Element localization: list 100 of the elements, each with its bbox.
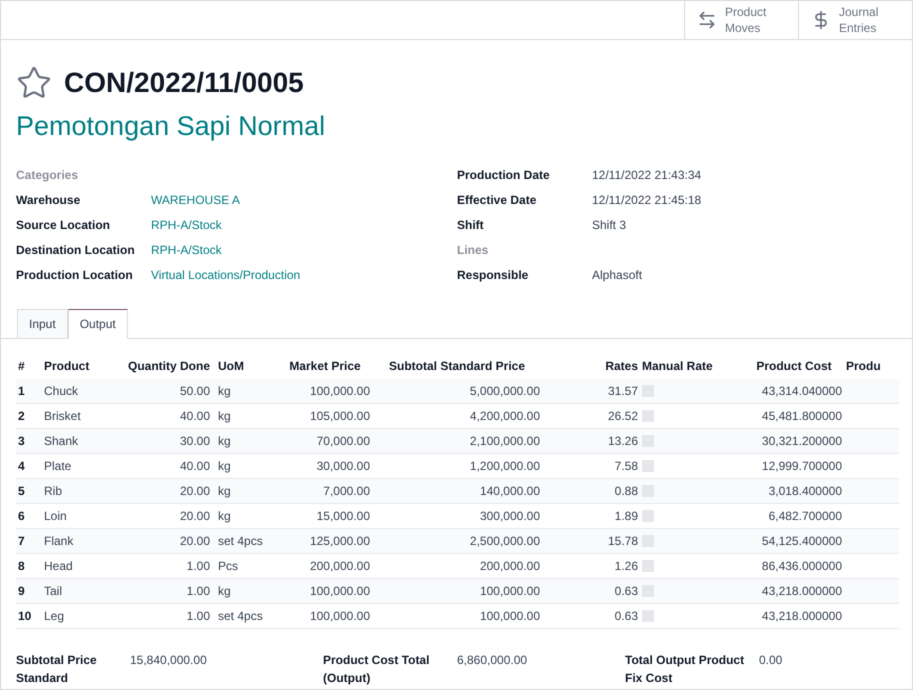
table-cell-text: 50.00 [178,382,211,400]
table-cell-text: 0.63 [614,608,639,624]
smart-button[interactable]: Journal Entries [798,1,912,39]
table-cell-text: 200,000.00 [308,558,371,574]
table-cell-text: 4,200,000.00 [468,408,541,424]
table-cell-text: Flank [43,532,74,550]
field-label: Production Location [16,267,134,284]
table-cell-text: 0.63 [614,582,639,600]
table-cell-text: kg [217,432,232,450]
table-cell-text: 100,000.00 [308,608,371,624]
table-cell-text: 125,000.00 [308,532,371,550]
table-cell-text: 200,000.00 [478,558,541,574]
column-header: Produ [845,358,882,374]
tab[interactable]: Output [68,308,128,338]
table-cell-text: 31.57 [606,382,639,400]
field-label: Effective Date [457,192,538,209]
table-cell-text: 43,218.000000 [760,608,843,624]
smart-button[interactable]: Product Moves [684,1,798,39]
table-cell-text: kg [217,458,232,474]
table-cell-text: 2,100,000.00 [468,432,541,450]
table-cell-text: Plate [43,458,72,474]
field-label: Destination Location [16,242,136,259]
field-label: Warehouse [16,192,82,209]
column-header: Product Cost [755,358,833,374]
total-label: Subtotal Price Standard [16,652,98,686]
table-cell-text: 30,000.00 [316,458,371,474]
table-cell-text: 7.58 [614,458,639,474]
column-header: # [17,358,26,374]
table-cell-text: 140,000.00 [478,482,541,500]
table-cell-text: 40.00 [178,458,211,474]
table-cell-text: kg [217,482,232,500]
table-cell-text: 45,481.800000 [760,408,843,424]
table-cell-text: 15,000.00 [316,508,371,524]
table-cell-text: 12,999.700000 [760,458,843,474]
column-header: Rates [604,358,639,374]
checkbox[interactable] [642,460,654,472]
table-cell-text: 70,000.00 [316,432,371,450]
table-cell-text: Head [43,558,74,574]
checkbox[interactable] [642,510,654,522]
table-cell-text: Shank [43,432,80,450]
field-link[interactable]: Virtual Locations/Production [151,266,300,284]
table-cell-text: 2 [17,408,26,424]
table-cell-text: Rib [43,482,64,500]
total-value: 6,860,000.00 [457,652,528,668]
table-cell-text: 40.00 [178,408,211,424]
table-cell-text: Loin [43,508,68,524]
column-header: Product [43,358,90,374]
table-cell-text: 105,000.00 [308,408,371,424]
table-cell-text: 10 [17,608,32,624]
table-cell-text: 26.52 [606,408,639,424]
table-cell-text: set 4pcs [217,608,264,624]
table-cell-text: 8 [17,558,26,574]
table-cell-text: 30.00 [178,432,211,450]
table-cell-text: 1.00 [186,608,211,624]
total-value: 0.00 [759,652,782,668]
favorite-star-icon[interactable] [16,65,52,101]
table-cell-text: 5,000,000.00 [468,382,541,400]
column-header: Quantity Done [127,358,212,374]
field-link[interactable]: WAREHOUSE A [151,191,240,209]
table-cell-text: 43,218.000000 [760,582,843,600]
table-cell-text: 54,125.400000 [760,532,843,550]
checkbox[interactable] [642,610,654,622]
table-cell-text: 6,482.700000 [768,508,843,524]
table-cell-text: 3 [17,432,26,450]
table-cell-text: 43,314.040000 [760,382,843,400]
field-link[interactable]: RPH-A/Stock [151,241,222,259]
column-header: Market Price [288,358,362,374]
table-cell-text: 4 [17,458,26,474]
field-link[interactable]: RPH-A/Stock [151,216,222,234]
table-cell-text: kg [217,408,232,424]
table-cell-text: 30,321.200000 [760,432,843,450]
checkbox[interactable] [642,560,654,572]
field-label: Lines [457,242,490,259]
tab[interactable]: Input [17,308,68,338]
field-value: 12/11/2022 21:43:34 [592,167,702,184]
checkbox[interactable] [642,410,654,422]
table-cell-text: 1,200,000.00 [468,458,541,474]
table-cell-text: set 4pcs [217,532,264,550]
table-cell-text: 9 [17,582,26,600]
table-cell-text: 3,018.400000 [768,482,843,500]
table-cell-text: 7 [17,532,26,550]
field-value: Alphasoft [592,267,642,284]
swap-arrows-icon [697,10,717,30]
table-cell-text: 15.78 [606,532,639,550]
field-label: Shift [457,217,485,234]
table-cell-text: kg [217,508,232,524]
table-cell-text: 1.00 [186,558,211,574]
field-label: Categories [16,167,80,184]
table-cell-text: Chuck [43,382,80,400]
table-cell-text: 5 [17,482,26,500]
table-cell-text: 1.26 [614,558,639,574]
field-value: 12/11/2022 21:45:18 [592,192,702,209]
record-reference: CON/2022/11/0005 [64,66,304,100]
table-cell-text: 100,000.00 [478,582,541,600]
table-cell-text: kg [217,582,232,600]
table-cell-text: 2,500,000.00 [468,532,541,550]
field-label: Responsible [457,267,530,284]
table-cell-text: 0.88 [614,482,639,500]
table-cell-text: 20.00 [178,508,211,524]
table-cell-text: Leg [43,608,66,624]
